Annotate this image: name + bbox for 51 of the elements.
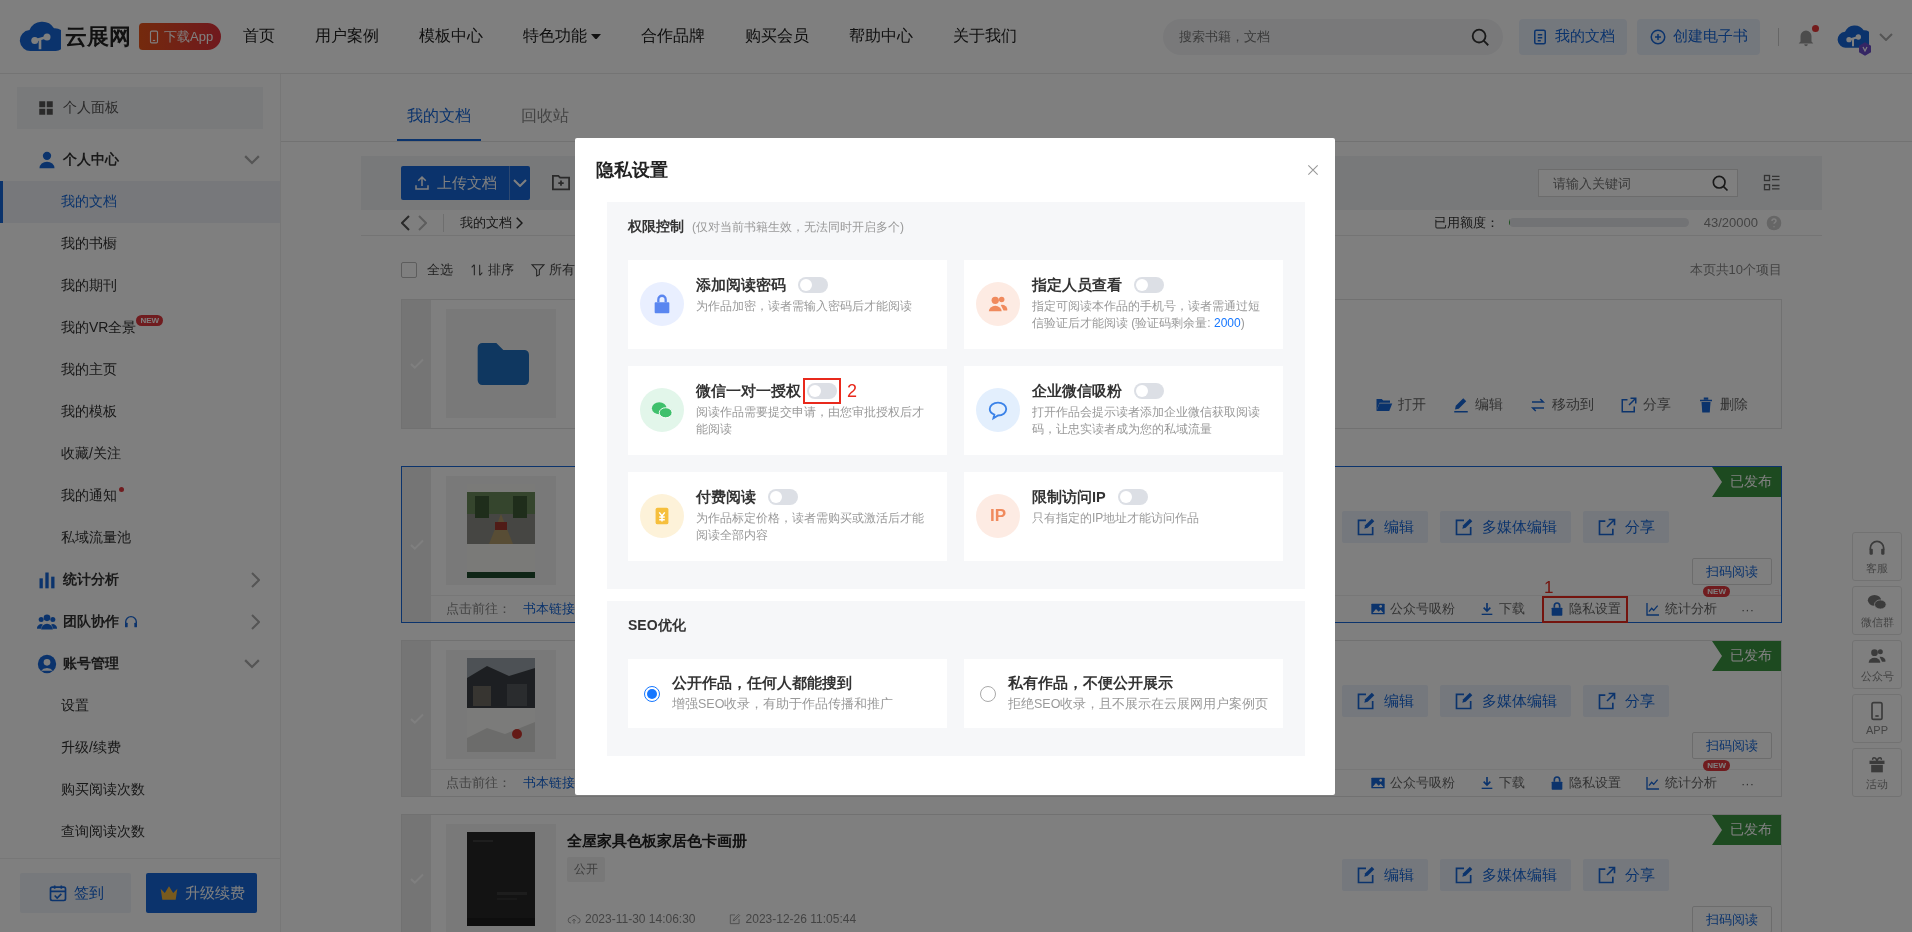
sidebar-item-label: 收藏/关注 bbox=[61, 445, 121, 463]
sidebar-item-label: 我的通知 bbox=[61, 487, 117, 505]
option-title: 限制访问IP bbox=[1032, 487, 1106, 507]
logo-text: 云展网 bbox=[65, 22, 131, 51]
annotation-number: 2 bbox=[847, 380, 857, 402]
option-description: 为作品标定价格，读者需购买或激活后才能阅读全部内容 bbox=[696, 510, 925, 544]
annotation-number: 1 bbox=[1544, 577, 1554, 598]
quota-reading: 43/20000 bbox=[1703, 215, 1758, 230]
sidebar-item-label: 购买阅读次数 bbox=[61, 781, 145, 799]
sidebar-item-label: 我的VR全景 bbox=[61, 319, 137, 337]
sidebar-item-label: 我的模板 bbox=[61, 403, 117, 421]
option-description: 增强SEO收录，有助于作品传播和推广 bbox=[672, 696, 894, 713]
item-count: 本页共10个项目 bbox=[1689, 261, 1782, 279]
option-description: 为作品加密，读者需输入密码后才能阅读 bbox=[696, 298, 913, 315]
sidebar-item-label: 我的主页 bbox=[61, 361, 117, 379]
sidebar-item-label: 查询阅读次数 bbox=[61, 823, 145, 841]
sidebar-item-label: 设置 bbox=[61, 697, 89, 715]
option-description: 指定可阅读本作品的手机号，读者需通过短信验证后才能阅读 (验证码剩余量: 2000) bbox=[1032, 298, 1261, 332]
select-all-label: 全选 bbox=[427, 261, 453, 279]
new-badge: NEW bbox=[1703, 585, 1730, 597]
new-badge: NEW bbox=[136, 315, 164, 326]
option-title: 企业微信吸粉 bbox=[1032, 381, 1122, 401]
option-description: 拒绝SEO收录，且不展示在云展网用户案例页 bbox=[1008, 696, 1269, 713]
section-title: SEO优化 bbox=[628, 617, 686, 635]
update-date: 2023-12-26 11:05:44 bbox=[745, 912, 857, 926]
option-title: 添加阅读密码 bbox=[696, 275, 786, 295]
status-ribbon: 已发布 bbox=[1712, 815, 1781, 845]
modal-title: 隐私设置 bbox=[596, 159, 668, 182]
section-title: 权限控制 bbox=[628, 218, 684, 236]
sidebar-item-label: 我的期刊 bbox=[61, 277, 117, 295]
quota-label: 已用额度： bbox=[1433, 213, 1499, 232]
status-tag: 公开 bbox=[567, 857, 605, 882]
option-title: 私有作品，不便公开展示 bbox=[1008, 674, 1174, 693]
option-description: 只有指定的IP地址才能访问作品 bbox=[1032, 510, 1201, 527]
sidebar-item-label: 升级/续费 bbox=[61, 739, 121, 757]
sidebar-item-label: 私域流量池 bbox=[61, 529, 131, 547]
ip-icon: IP bbox=[976, 494, 1020, 538]
option-description: 打开作品会提示读者添加企业微信获取阅读码，让忠实读者成为您的私域流量 bbox=[1032, 404, 1261, 438]
new-badge: NEW bbox=[1703, 759, 1730, 771]
section-note: (仅对当前书籍生效，无法同时开启多个) bbox=[692, 219, 904, 236]
option-description: 阅读作品需要提交申请，由您审批授权后才能阅读 bbox=[696, 404, 925, 438]
upload-date: 2023-11-30 14:06:30 bbox=[585, 912, 696, 926]
option-title: 付费阅读 bbox=[696, 487, 756, 507]
status-ribbon: 已发布 bbox=[1712, 467, 1781, 497]
sidebar-item-label: 我的文档 bbox=[61, 193, 117, 211]
document-title: 全屋家具色板家居色卡画册 bbox=[567, 832, 748, 851]
sidebar-item-label: 我的书橱 bbox=[61, 235, 117, 253]
option-title: 微信一对一授权 bbox=[696, 381, 801, 401]
option-title: 指定人员查看 bbox=[1032, 275, 1122, 295]
status-ribbon: 已发布 bbox=[1712, 641, 1781, 671]
option-title: 公开作品，任何人都能搜到 bbox=[672, 674, 853, 693]
